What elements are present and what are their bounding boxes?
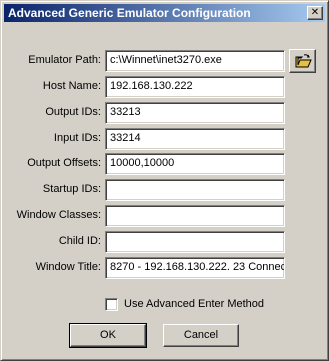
emulator-path-label: Emulator Path:	[28, 54, 101, 66]
output-offsets-row: Output Offsets: 10000,10000	[1, 153, 329, 175]
output-ids-row: Output IDs: 33213	[1, 102, 329, 124]
output-offsets-label: Output Offsets:	[27, 157, 101, 169]
host-name-label: Host Name:	[42, 80, 101, 92]
output-ids-input[interactable]: 33213	[105, 102, 285, 124]
window-classes-label: Window Classes:	[16, 209, 101, 221]
child-id-label: Child ID:	[58, 235, 101, 247]
dialog-window: Advanced Generic Emulator Configuration …	[0, 0, 329, 361]
child-id-row: Child ID:	[1, 231, 329, 253]
input-ids-input[interactable]: 33214	[105, 128, 285, 150]
child-id-input[interactable]	[105, 231, 285, 253]
advanced-enter-checkbox[interactable]	[105, 298, 118, 311]
open-folder-icon	[295, 54, 312, 68]
input-ids-row: Input IDs: 33214	[1, 128, 329, 150]
host-name-input[interactable]: 192.168.130.222	[105, 76, 285, 98]
window-classes-input[interactable]	[105, 205, 285, 227]
cancel-button[interactable]: Cancel	[163, 324, 239, 347]
host-name-row: Host Name: 192.168.130.222	[1, 76, 329, 98]
emulator-path-row: Emulator Path: c:\Winnet\inet3270.exe	[1, 50, 329, 72]
window-title-row: Window Title: 8270 - 192.168.130.222. 23…	[1, 257, 329, 279]
close-icon: ✕	[310, 7, 320, 18]
window-classes-row: Window Classes:	[1, 205, 329, 227]
browse-button[interactable]	[289, 49, 316, 73]
emulator-path-input[interactable]: c:\Winnet\inet3270.exe	[105, 50, 285, 72]
close-button[interactable]: ✕	[307, 6, 323, 20]
output-ids-label: Output IDs:	[45, 106, 101, 118]
ok-button[interactable]: OK	[69, 323, 147, 348]
input-ids-label: Input IDs:	[53, 132, 101, 144]
window-title: Advanced Generic Emulator Configuration	[8, 6, 251, 20]
window-title-input[interactable]: 8270 - 192.168.130.222. 23 Connect	[105, 257, 285, 279]
title-bar[interactable]: Advanced Generic Emulator Configuration …	[4, 4, 325, 22]
startup-ids-label: Startup IDs:	[42, 183, 101, 195]
advanced-enter-label[interactable]: Use Advanced Enter Method	[124, 298, 264, 310]
output-offsets-input[interactable]: 10000,10000	[105, 153, 285, 175]
window-title-label: Window Title:	[35, 261, 101, 273]
startup-ids-row: Startup IDs:	[1, 179, 329, 201]
startup-ids-input[interactable]	[105, 179, 285, 201]
